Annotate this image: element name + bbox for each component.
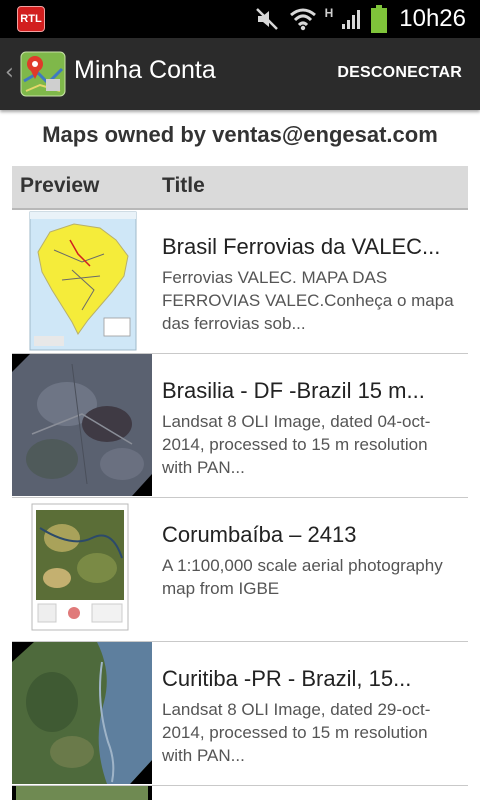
row-title: Curitiba -PR - Brazil, 15... bbox=[162, 666, 412, 691]
satellite-image-thumbnail bbox=[12, 786, 152, 800]
table-row[interactable]: Brasilia - DF -Brazil 15 m... Landsat 8 … bbox=[12, 354, 468, 498]
disconnect-button[interactable]: DESCONECTAR bbox=[337, 64, 462, 82]
action-bar-title: Minha Conta bbox=[74, 56, 216, 84]
status-time: 10h26 bbox=[399, 5, 466, 32]
aerial-map-thumbnail bbox=[12, 498, 152, 640]
table-row[interactable]: Corumbaíba – 2413 A 1:100,000 scale aeri… bbox=[12, 498, 468, 642]
back-chevron-icon[interactable]: ‹ bbox=[5, 60, 14, 85]
table-row[interactable]: Curitiba -PR - Brazil, 15... Landsat 8 O… bbox=[12, 642, 468, 786]
status-bar: RTL H 10h26 bbox=[0, 0, 480, 38]
row-description: Landsat 8 OLI Image, dated 29-oct-2014, … bbox=[162, 700, 431, 765]
row-description: Landsat 8 OLI Image, dated 04-oct-2014, … bbox=[162, 412, 431, 477]
row-title: Brasil Ferrovias da VALEC... bbox=[162, 234, 441, 259]
wifi-icon bbox=[289, 8, 316, 31]
row-description: Ferrovias VALEC. MAPA DAS FERROVIAS VALE… bbox=[162, 268, 454, 333]
row-title: Corumbaíba – 2413 bbox=[162, 522, 357, 547]
satellite-image-thumbnail bbox=[12, 354, 152, 496]
action-bar: ‹ Minha Conta DESCONECTAR bbox=[0, 38, 480, 110]
table-header: Preview Title bbox=[12, 166, 468, 210]
signal-icon bbox=[342, 10, 361, 29]
map-pin-icon[interactable] bbox=[20, 51, 66, 97]
table-row[interactable]: Brasil Ferrovias da VALEC... Ferrovias V… bbox=[12, 210, 468, 354]
network-type-label: H bbox=[324, 6, 334, 20]
table-row[interactable] bbox=[12, 786, 468, 800]
row-description: A 1:100,000 scale aerial photography map… bbox=[162, 556, 443, 598]
satellite-image-thumbnail bbox=[12, 642, 152, 784]
row-title: Brasilia - DF -Brazil 15 m... bbox=[162, 378, 425, 403]
column-header-title: Title bbox=[162, 174, 205, 197]
mute-icon bbox=[255, 8, 278, 30]
column-header-preview: Preview bbox=[20, 174, 100, 197]
rtl-app-icon: RTL bbox=[17, 6, 45, 32]
battery-icon bbox=[371, 5, 388, 33]
owner-heading: Maps owned by ventas@engesat.com bbox=[42, 122, 438, 147]
brazil-railway-map-thumbnail bbox=[12, 210, 152, 352]
